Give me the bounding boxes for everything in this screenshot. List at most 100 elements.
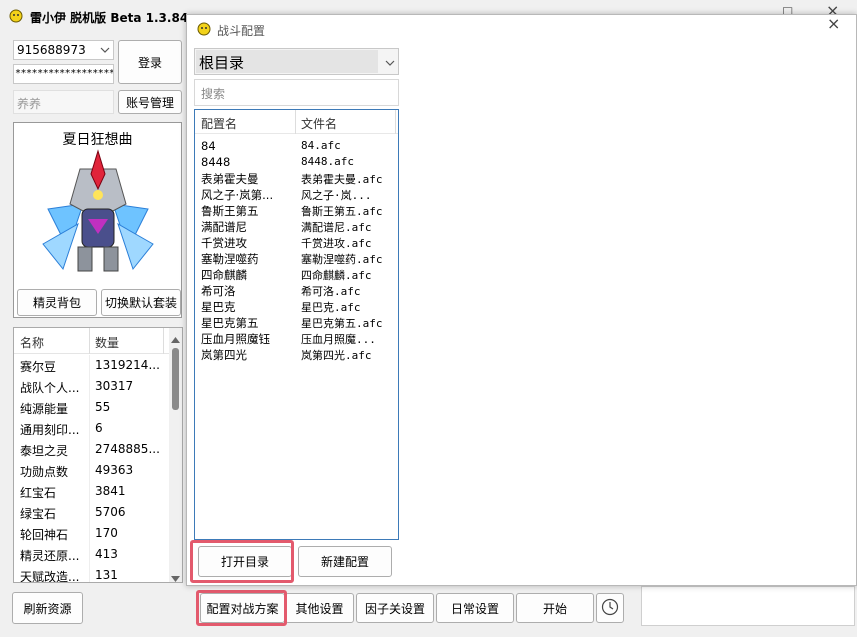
config-header-file[interactable]: 文件名 xyxy=(301,115,337,132)
resource-count: 55 xyxy=(95,400,111,414)
resources-header-count[interactable]: 数量 xyxy=(95,334,119,351)
refresh-resources-button[interactable]: 刷新资源 xyxy=(12,592,83,624)
row-divider xyxy=(89,502,90,523)
resource-name: 天赋改造... xyxy=(20,570,80,583)
list-item[interactable]: 压血月照魔钰 压血月照魔... xyxy=(195,330,398,346)
list-item[interactable]: 岚第四光 岚第四光.afc xyxy=(195,346,398,362)
table-row[interactable]: 赛尔豆 1319214... xyxy=(14,355,169,376)
table-row[interactable]: 天赋改造... 131 xyxy=(14,565,169,583)
directory-select[interactable]: 根目录 xyxy=(194,48,399,75)
list-item[interactable]: 千赏进攻 千赏进攻.afc xyxy=(195,234,398,250)
highlight-battle-plan xyxy=(196,590,287,626)
table-row[interactable]: 纯源能量 55 xyxy=(14,397,169,418)
battle-config-dialog: 战斗配置 × 根目录 搜索 配置名 文件名 84 84.afc 8448 8448.a… xyxy=(186,14,857,586)
login-button[interactable]: 登录 xyxy=(118,40,182,84)
row-divider xyxy=(89,376,90,397)
table-row[interactable]: 红宝石 3841 xyxy=(14,481,169,502)
character-name: 夏日狂想曲 xyxy=(62,132,133,148)
character-panel: 夏日狂想曲 精灵背包 切换默认套装 xyxy=(13,122,182,318)
row-divider xyxy=(89,481,90,502)
config-name: 满配谱尼 xyxy=(201,220,247,234)
timer-button[interactable] xyxy=(596,593,624,623)
header-divider xyxy=(295,110,296,134)
sprite-bag-button[interactable]: 精灵背包 xyxy=(17,289,97,316)
list-item[interactable]: 风之子·岚第... 风之子·岚... xyxy=(195,186,398,202)
list-item[interactable]: 星巴克第五 星巴克第五.afc xyxy=(195,314,398,330)
scroll-up-icon[interactable] xyxy=(171,332,180,346)
search-input[interactable]: 搜索 xyxy=(194,79,399,106)
list-item[interactable]: 8448 8448.afc xyxy=(195,154,398,170)
dialog-title: 战斗配置 xyxy=(217,24,266,38)
config-name: 压血月照魔钰 xyxy=(201,332,270,346)
other-settings-button[interactable]: 其他设置 xyxy=(285,593,354,623)
table-row[interactable]: 轮回神石 170 xyxy=(14,523,169,544)
dialog-icon xyxy=(197,22,211,36)
table-row[interactable]: 绿宝石 5706 xyxy=(14,502,169,523)
start-button[interactable]: 开始 xyxy=(516,593,594,623)
resources-header-name[interactable]: 名称 xyxy=(20,334,44,351)
scroll-thumb[interactable] xyxy=(172,348,179,410)
config-name: 希可洛 xyxy=(201,284,236,298)
nickname-field[interactable]: 养养 xyxy=(13,90,114,114)
resource-name: 赛尔豆 xyxy=(20,360,57,374)
resource-count: 5706 xyxy=(95,505,126,519)
config-file: 鲁斯王第五.afc xyxy=(301,205,383,218)
list-item[interactable]: 塞勒涅噬药 塞勒涅噬药.afc xyxy=(195,250,398,266)
list-item[interactable]: 希可洛 希可洛.afc xyxy=(195,282,398,298)
factor-settings-button[interactable]: 因子关设置 xyxy=(356,593,434,623)
config-file: 岚第四光.afc xyxy=(301,349,372,362)
config-name: 千赏进攻 xyxy=(201,236,247,250)
list-item[interactable]: 鲁斯王第五 鲁斯王第五.afc xyxy=(195,202,398,218)
resource-count: 413 xyxy=(95,547,118,561)
list-item[interactable]: 满配谱尼 满配谱尼.afc xyxy=(195,218,398,234)
resource-count: 131 xyxy=(95,568,118,582)
table-row[interactable]: 泰坦之灵 2748885... xyxy=(14,439,169,460)
scroll-down-icon[interactable] xyxy=(171,571,180,582)
row-divider xyxy=(89,523,90,544)
password-field[interactable]: ****************** xyxy=(13,64,114,84)
resource-count: 3841 xyxy=(95,484,126,498)
app-icon xyxy=(9,9,23,23)
resource-name: 泰坦之灵 xyxy=(20,444,69,458)
config-file: 风之子·岚... xyxy=(301,189,372,202)
directory-selected: 根目录 xyxy=(196,50,378,73)
config-name: 岚第四光 xyxy=(201,348,247,362)
search-placeholder: 搜索 xyxy=(201,87,226,101)
row-divider xyxy=(89,460,90,481)
table-row[interactable]: 功勋点数 49363 xyxy=(14,460,169,481)
list-item[interactable]: 星巴克 星巴克.afc xyxy=(195,298,398,314)
row-divider xyxy=(89,439,90,460)
password-mask: ****************** xyxy=(15,68,114,79)
list-item[interactable]: 四命麒麟 四命麒麟.afc xyxy=(195,266,398,282)
switch-outfit-button[interactable]: 切换默认套装 xyxy=(101,289,181,316)
chevron-down-icon xyxy=(100,44,110,58)
resource-count: 170 xyxy=(95,526,118,540)
resource-count: 2748885... xyxy=(95,442,160,456)
table-row[interactable]: 战队个人... 30317 xyxy=(14,376,169,397)
character-sprite xyxy=(38,149,158,277)
row-divider xyxy=(89,544,90,565)
log-box xyxy=(641,586,855,626)
config-header-row: 配置名 文件名 xyxy=(195,110,398,134)
list-item[interactable]: 84 84.afc xyxy=(195,138,398,154)
config-file: 星巴克.afc xyxy=(301,301,361,314)
config-header-name[interactable]: 配置名 xyxy=(201,115,237,132)
resources-scrollbar[interactable] xyxy=(169,328,182,582)
table-row[interactable]: 精灵还原... 413 xyxy=(14,544,169,565)
config-name: 8448 xyxy=(201,155,231,169)
dialog-close-icon[interactable]: × xyxy=(827,14,840,33)
table-row[interactable]: 通用刻印... 6 xyxy=(14,418,169,439)
resource-name: 轮回神石 xyxy=(20,528,69,542)
config-file: 四命麒麟.afc xyxy=(301,269,372,282)
config-file: 满配谱尼.afc xyxy=(301,221,372,234)
account-manage-button[interactable]: 账号管理 xyxy=(118,90,182,114)
config-name: 塞勒涅噬药 xyxy=(201,252,259,266)
nickname-placeholder: 养养 xyxy=(17,97,42,111)
list-item[interactable]: 表弟霍夫曼 表弟霍夫曼.afc xyxy=(195,170,398,186)
account-select[interactable]: 915688973 xyxy=(13,40,114,60)
new-config-button[interactable]: 新建配置 xyxy=(298,546,392,577)
clock-icon xyxy=(601,598,619,619)
config-file: 压血月照魔... xyxy=(301,333,376,346)
daily-settings-button[interactable]: 日常设置 xyxy=(436,593,514,623)
config-name: 四命麒麟 xyxy=(201,268,247,282)
